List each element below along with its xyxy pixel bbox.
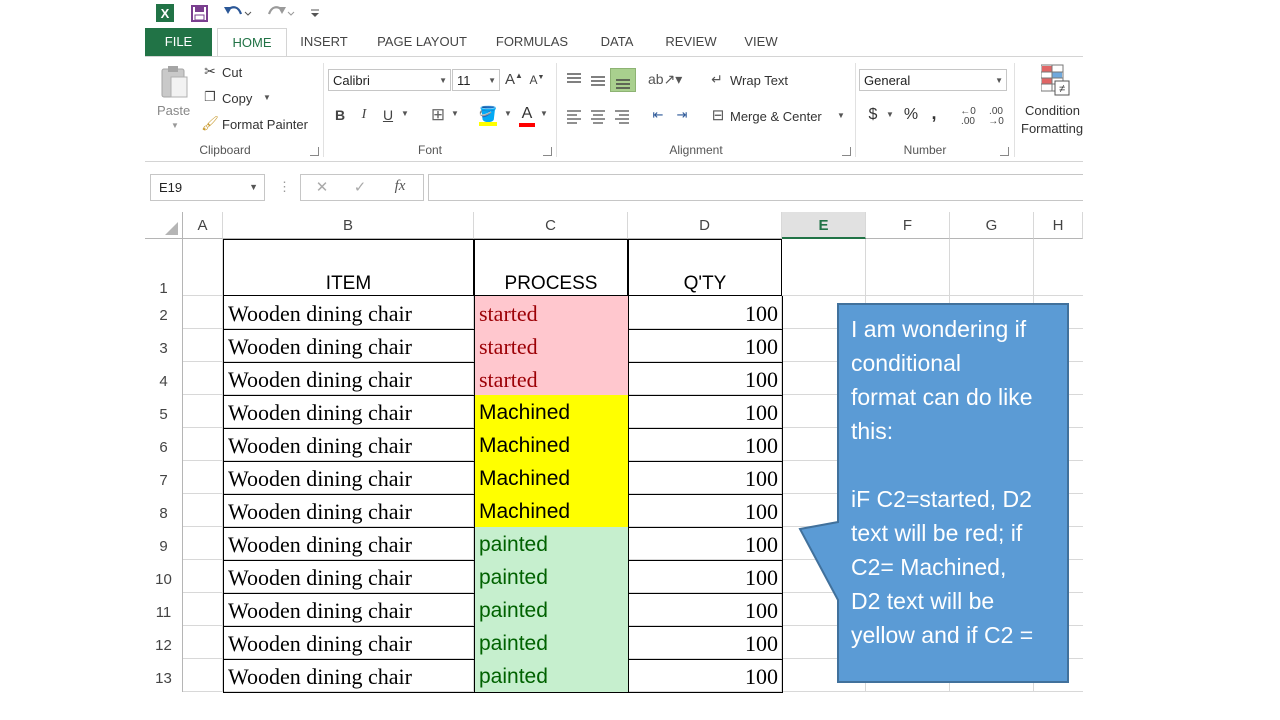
- callout-line: format can do like: [851, 384, 1033, 410]
- callout-line: this:: [851, 418, 894, 444]
- callout-line: iF C2=started, D2: [851, 486, 1032, 512]
- callout-line: conditional: [851, 350, 961, 376]
- callout-line: C2= Machined,: [851, 554, 1007, 580]
- callout-line: [851, 448, 1066, 482]
- excel-window: X FILE HOME INSERT PAGE LAYOUT FORMULAS …: [145, 0, 1083, 694]
- callout-line: text will be red; if: [851, 520, 1023, 546]
- callout-line: I am wondering if: [851, 316, 1027, 342]
- callout-text: I am wondering if conditional format can d…: [851, 312, 1066, 652]
- callout-line: D2 text will be: [851, 588, 995, 614]
- callout-line: yellow and if C2 =: [851, 622, 1034, 648]
